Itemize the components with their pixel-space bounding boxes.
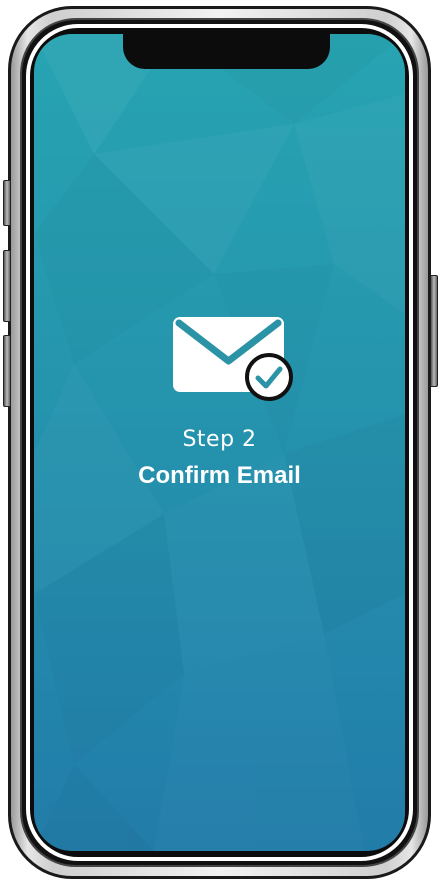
volume-up-button [3,250,11,322]
camera-notch [123,34,330,69]
phone-screen: Step 2 Confirm Email [34,34,405,851]
checkmark-icon [245,353,293,401]
step-title: Confirm Email [138,462,301,489]
step-label: Step 2 [182,427,257,452]
confirm-email-illustration [173,317,303,409]
power-button [430,275,438,387]
mute-switch [3,180,11,226]
volume-down-button [3,335,11,407]
